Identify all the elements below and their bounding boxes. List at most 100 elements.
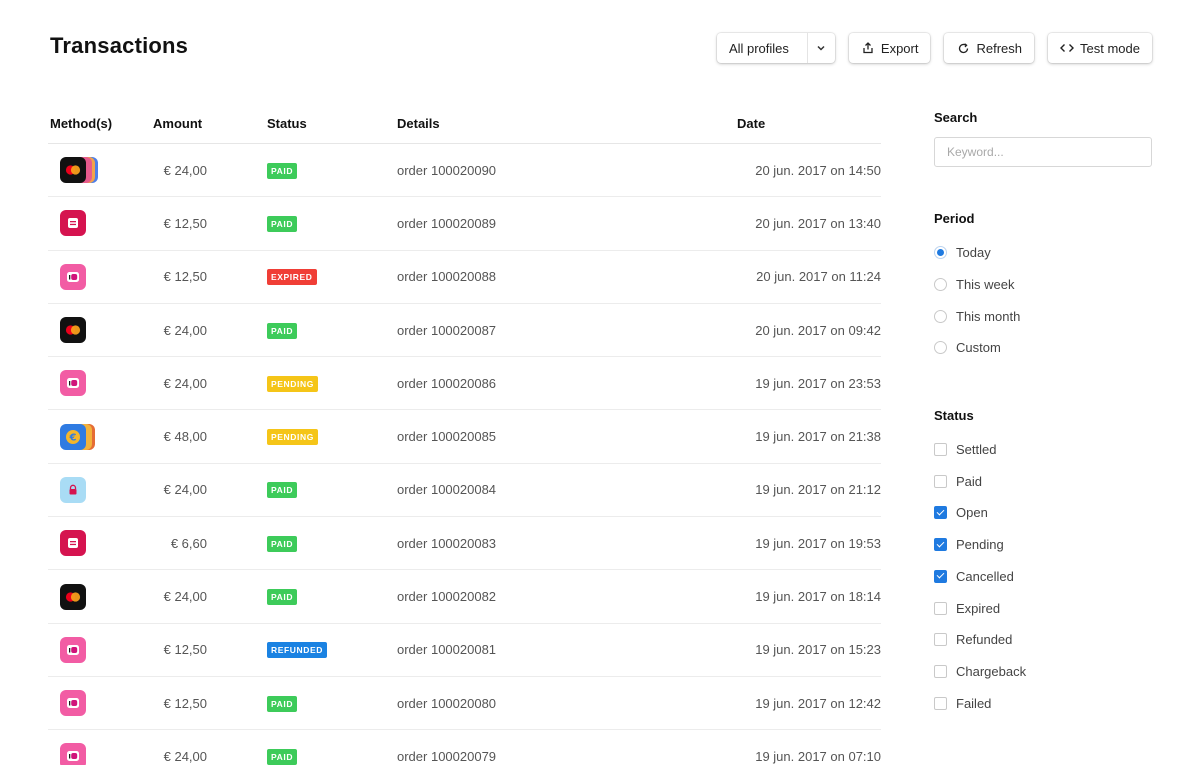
cell-method: [48, 690, 151, 717]
export-icon: [861, 41, 875, 55]
status-filter-pending[interactable]: Pending: [934, 529, 1152, 561]
table-row[interactable]: € 12,50 REFUNDED order 100020081 19 jun. 20…: [48, 624, 881, 677]
checkbox[interactable]: [934, 569, 947, 583]
chevron-down-icon[interactable]: [806, 33, 835, 63]
table-row[interactable]: € 12,50 EXPIRED order 100020088 20 jun. 201…: [48, 251, 881, 304]
status-filter-failed[interactable]: Failed: [934, 687, 1152, 719]
cell-date: 19 jun. 2017 on 15:23: [755, 642, 881, 658]
cell-amount: € 12,50: [163, 642, 207, 658]
svg-text:€: €: [69, 432, 77, 443]
cell-amount: € 24,00: [163, 375, 207, 391]
period-heading: Period: [934, 211, 975, 226]
status-filter-refunded[interactable]: Refunded: [934, 624, 1152, 656]
status-badge: PAID: [267, 589, 298, 606]
cell-date: 19 jun. 2017 on 23:53: [755, 375, 881, 391]
status-filter-paid[interactable]: Paid: [934, 465, 1152, 497]
cell-method: [48, 370, 151, 397]
checkbox[interactable]: [934, 538, 947, 552]
search-input[interactable]: [934, 137, 1152, 167]
checkbox[interactable]: [934, 506, 947, 520]
period-option-custom[interactable]: Custom: [934, 332, 1152, 364]
cell-amount: € 24,00: [163, 589, 207, 605]
checkbox[interactable]: [934, 664, 947, 678]
status-badge: EXPIRED: [267, 269, 317, 286]
cell-status: PENDING: [267, 375, 397, 392]
cell-amount: € 24,00: [163, 748, 207, 764]
cell-method: [48, 263, 151, 290]
cell-details: order 100020080: [397, 695, 497, 711]
status-filter-label: Pending: [956, 537, 1004, 553]
status-filter-label: Failed: [956, 695, 992, 711]
table-row[interactable]: € 6,60 PAID order 100020083 19 jun. 2017 on…: [48, 517, 881, 571]
table-row[interactable]: € 24,00 PAID order 100020090 20 jun. 2017 o…: [48, 144, 881, 198]
status-filter-open[interactable]: Open: [934, 497, 1152, 529]
cell-details: order 100020086: [397, 375, 497, 391]
profiles-dropdown[interactable]: All profiles: [716, 33, 835, 63]
cell-status: PAID: [267, 322, 397, 339]
period-option-this-month[interactable]: This month: [934, 300, 1152, 332]
ideal-logo: [60, 636, 86, 663]
checkbox[interactable]: [934, 474, 947, 488]
cell-amount: € 12,50: [163, 695, 207, 711]
period-option-this-week[interactable]: This week: [934, 269, 1152, 301]
cell-details: order 100020090: [397, 162, 497, 178]
export-button[interactable]: Export: [848, 33, 931, 63]
header-amount[interactable]: Amount: [151, 116, 267, 131]
ideal-logo: [60, 370, 86, 397]
cell-details: order 100020088: [397, 269, 497, 285]
period-option-today[interactable]: Today: [934, 237, 1152, 269]
cell-details: order 100020089: [397, 215, 497, 231]
table-row[interactable]: € 12,50 PAID order 100020089 20 jun. 2017 o…: [48, 197, 881, 251]
cell-method: [48, 210, 151, 237]
banktransfer-logo: €: [60, 423, 86, 450]
radio-button[interactable]: [934, 309, 947, 323]
header-method[interactable]: Method(s): [48, 116, 151, 131]
table-row[interactable]: € 24,00 PAID order 100020087 20 jun. 2017 o…: [48, 304, 881, 358]
cell-details: order 100020079: [397, 748, 497, 764]
cell-amount: € 24,00: [163, 482, 207, 498]
test-mode-label: Test mode: [1080, 40, 1140, 56]
cell-status: REFUNDED: [267, 641, 397, 659]
ideal-logo: [60, 263, 86, 290]
test-mode-button[interactable]: Test mode: [1048, 33, 1152, 63]
paysafecard-icon: [60, 476, 86, 503]
header-status[interactable]: Status: [267, 116, 397, 131]
cell-details: order 100020087: [397, 322, 497, 338]
radio-button[interactable]: [934, 341, 947, 355]
table-row[interactable]: € 24,00 PAID order 100020079 19 jun. 2017 o…: [48, 730, 881, 765]
cell-details: order 100020081: [397, 642, 497, 658]
cell-amount: € 12,50: [163, 215, 207, 231]
table-row[interactable]: € 24,00 PENDING order 100020086 19 jun. 201…: [48, 357, 881, 411]
creditcard-icon: [60, 317, 86, 344]
ideal-icon: [60, 263, 86, 290]
table-row[interactable]: € 12,50 PAID order 100020080 19 jun. 2017 o…: [48, 677, 881, 731]
paysafecard-logo: [60, 476, 86, 503]
checkbox[interactable]: [934, 601, 947, 615]
radio-button[interactable]: [934, 278, 947, 292]
checkbox[interactable]: [934, 443, 947, 457]
status-filter-expired[interactable]: Expired: [934, 592, 1152, 624]
status-filter-cancelled[interactable]: Cancelled: [934, 561, 1152, 593]
cell-status: PAID: [267, 535, 397, 552]
refresh-button[interactable]: Refresh: [944, 33, 1035, 63]
table-row[interactable]: € € 48,00 PENDING order 100020085 19 jun. 20…: [48, 410, 881, 464]
status-filter-label: Open: [956, 505, 988, 521]
status-filter-settled[interactable]: Settled: [934, 434, 1152, 466]
cell-date: 19 jun. 2017 on 18:14: [755, 589, 881, 605]
cell-date: 20 jun. 2017 on 13:40: [755, 215, 881, 231]
banktransfer-multi-icon: €: [60, 423, 104, 450]
filter-sidebar: Search Period Today This week This month Cu…: [934, 104, 1152, 719]
checkbox[interactable]: [934, 696, 947, 710]
header-details[interactable]: Details: [397, 116, 677, 131]
status-filter-label: Expired: [956, 600, 1001, 616]
ideal-icon: [60, 743, 86, 765]
checkbox[interactable]: [934, 633, 947, 647]
radio-button[interactable]: [934, 246, 947, 260]
header-date[interactable]: Date: [677, 116, 881, 131]
status-filter-chargeback[interactable]: Chargeback: [934, 656, 1152, 688]
table-row[interactable]: € 24,00 PAID order 100020082 19 jun. 2017 o…: [48, 570, 881, 624]
status-badge: PAID: [267, 482, 298, 499]
status-heading: Status: [934, 407, 974, 423]
profiles-label[interactable]: All profiles: [717, 33, 801, 63]
table-row[interactable]: € 24,00 PAID order 100020084 19 jun. 2017 o…: [48, 464, 881, 518]
